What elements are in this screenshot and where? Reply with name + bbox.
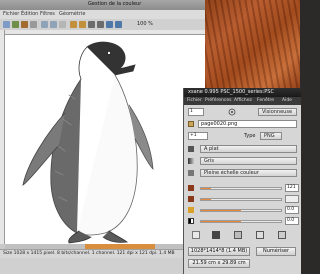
invert-icon[interactable] [212,231,220,239]
menu-edition[interactable]: Édition [21,11,38,17]
penguin-drawing [22,41,154,244]
print-icon[interactable] [21,21,28,28]
zoom-out-icon[interactable] [50,21,57,28]
resolution-value[interactable]: 121 [285,184,299,192]
target-select[interactable]: Visionneuse [258,108,297,116]
close-icon[interactable] [30,21,37,28]
image-editor-window: Gestion de la couleur Fichier Édition Fi… [0,0,205,274]
menu-geometrie[interactable]: Géométrie [59,11,85,17]
dialog-menu-preferences[interactable]: Préférences [205,98,231,103]
gamma-slider[interactable] [200,198,282,201]
copies-spinner[interactable]: 1 [188,108,204,116]
type-select[interactable]: PNG [260,132,282,140]
rotate-right-icon[interactable] [79,21,86,28]
scan-button[interactable]: Numériser [256,247,296,256]
contrast-slider[interactable] [200,220,282,223]
resolution-icon [188,185,194,191]
mode-select[interactable]: Gris [200,157,297,165]
brightness-icon [188,207,194,213]
row-mode: Gris [184,156,301,167]
open-icon[interactable] [3,21,10,28]
source-select[interactable]: A plat [200,145,297,153]
row-target: 1 Visionneuse [184,107,301,118]
dialog-menu-affichez[interactable]: Affichez [234,98,252,103]
desktop-wallpaper [205,0,300,88]
dimensions-readout: 21.59 cm x 29.89 cm [188,259,250,268]
row-dimensions: 21.59 cm x 29.89 cm [184,259,301,270]
range-icon [188,170,194,176]
save-icon[interactable] [12,21,19,28]
row-slider-2 [184,194,301,205]
contrast-value[interactable]: 0.0 [285,217,299,225]
crop-icon[interactable] [97,21,104,28]
gamma-icon [188,196,194,202]
rotate-left-icon[interactable] [70,21,77,28]
dialog-title: xsane 0.995 PSC_1500_series:PSC [188,89,274,95]
filename-input[interactable]: page0020.png [198,120,297,128]
row-contrast: 0.0 [184,216,301,227]
gamma-value[interactable] [285,195,299,203]
editor-bottom-area [0,258,205,274]
dialog-titlebar: xsane 0.995 PSC_1500_series:PSC [184,88,301,97]
dialog-menu-fenetre[interactable]: Fenêtre [257,98,274,103]
auto-icon[interactable] [192,231,200,239]
row-source: A plat [184,144,301,155]
row-resolution: 121 [184,183,301,194]
editor-statusbar: Size 1028 x 1415 pixel. 8 bits/channel. … [0,249,205,258]
contrast-icon [188,218,194,224]
row-type: +1 Type PNG [184,131,301,142]
folder-icon[interactable] [188,121,194,127]
dialog-menu-aide[interactable]: Aide [282,98,292,103]
enhance-icon[interactable] [234,231,242,239]
image-size-readout: 1028*1414*8 (1.4 MB) [188,247,250,256]
status-text: Size 1028 x 1415 pixel. 8 bits/channel. … [3,251,175,256]
menu-fichier[interactable]: Fichier [3,11,19,17]
zoom-in-icon[interactable] [41,21,48,28]
scanned-image-canvas[interactable] [5,35,205,244]
type-label: Type [244,133,256,139]
target-icon [228,108,236,116]
dialog-menu-fichier[interactable]: Fichier [187,98,202,103]
redo-icon[interactable] [115,21,122,28]
zoom-level[interactable]: 100 % [137,21,153,27]
editor-titlebar: Gestion de la couleur [0,0,205,10]
mirror-icon[interactable] [88,21,95,28]
brightness-slider[interactable] [200,209,282,212]
brightness-value[interactable]: 0.0 [285,206,299,214]
xsane-dialog: xsane 0.995 PSC_1500_series:PSC Fichier … [183,88,301,274]
undo-icon[interactable] [106,21,113,28]
counter-spinner[interactable]: +1 [188,132,208,140]
menu-filtres[interactable]: Filtres [40,11,55,17]
row-range: Pleine échelle couleur [184,168,301,179]
fit-icon[interactable] [59,21,66,28]
scanner-icon [188,146,194,152]
row-tools [184,229,301,241]
restore-icon[interactable] [256,231,264,239]
row-info: 1028*1414*8 (1.4 MB) Numériser [184,247,301,258]
color-mode-icon [188,158,194,164]
row-brightness: 0.0 [184,205,301,216]
row-filename: page0020.png [184,119,301,130]
dialog-menubar: Fichier Préférences Affichez Fenêtre Aid… [184,97,301,105]
resolution-slider[interactable] [200,187,282,190]
store-icon[interactable] [278,231,286,239]
editor-title: Gestion de la couleur [88,1,142,7]
range-select[interactable]: Pleine échelle couleur [200,169,297,177]
